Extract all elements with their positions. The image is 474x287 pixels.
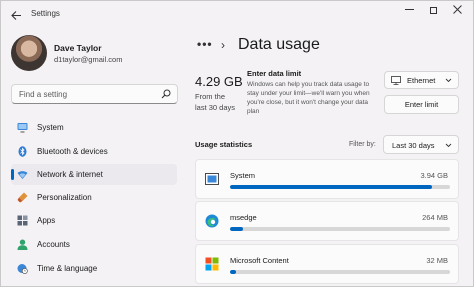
active-indicator <box>11 169 14 180</box>
sidebar-item-personalization[interactable]: Personalization <box>11 187 177 208</box>
network-select-value: Ethernet <box>407 76 436 85</box>
search-icon <box>161 89 171 99</box>
usage-bar-fill <box>230 227 244 231</box>
sidebar-item-label: Personalization <box>37 193 92 202</box>
sidebar-item-label: System <box>37 123 64 132</box>
filter-label: Filter by: <box>349 141 376 148</box>
usage-bar-fill <box>230 185 433 189</box>
usage-bar <box>230 227 450 231</box>
usage-period: From the last 30 days <box>195 91 247 113</box>
total-usage-value: 4.29 GB <box>195 74 243 89</box>
wifi-icon <box>17 171 28 179</box>
sidebar-item-label: Network & internet <box>37 170 103 179</box>
apps-icon <box>17 215 28 226</box>
brush-icon <box>17 192 28 203</box>
chevron-down-icon <box>445 78 452 83</box>
app-size: 264 MB <box>422 213 448 222</box>
data-limit-title: Enter data limit <box>247 69 302 78</box>
system-app-icon <box>205 173 219 185</box>
minimize-icon <box>404 9 414 10</box>
chevron-down-icon <box>445 143 452 148</box>
app-usage-row[interactable]: Microsoft Content 32 MB <box>195 244 459 284</box>
edge-icon <box>205 214 219 228</box>
minimize-button[interactable] <box>399 5 419 19</box>
sidebar-item-bluetooth[interactable]: Bluetooth & devices <box>11 141 177 162</box>
close-button[interactable] <box>447 5 467 19</box>
settings-window: Settings Dave Taylor d1taylor@gmail.com … <box>0 0 474 287</box>
sidebar-item-label: Time & language <box>37 264 98 273</box>
app-name: System <box>230 171 256 180</box>
usage-bar <box>230 270 450 274</box>
back-arrow-icon <box>10 11 21 20</box>
search-input[interactable]: Find a setting <box>11 84 178 104</box>
filter-select[interactable]: Last 30 days <box>383 135 459 154</box>
data-limit-description: Windows can help you track data usage to… <box>247 81 370 115</box>
sidebar-item-accounts[interactable]: Accounts <box>11 234 177 255</box>
avatar[interactable] <box>11 35 47 71</box>
person-icon <box>17 239 28 250</box>
search-placeholder: Find a setting <box>19 90 68 99</box>
close-icon <box>452 5 462 14</box>
usage-period-line1: From the <box>195 92 226 101</box>
window-title: Settings <box>31 9 60 18</box>
app-usage-row[interactable]: msedge 264 MB <box>195 201 459 241</box>
sidebar-item-label: Accounts <box>37 240 70 249</box>
usage-period-line2: last 30 days <box>195 103 236 112</box>
ethernet-icon <box>391 76 401 85</box>
globe-clock-icon <box>17 264 28 274</box>
user-name: Dave Taylor <box>54 43 102 53</box>
monitor-icon <box>17 123 28 133</box>
app-name: msedge <box>230 213 257 222</box>
sidebar-item-network[interactable]: Network & internet <box>11 164 177 185</box>
usage-bar <box>230 185 450 189</box>
sidebar-item-label: Bluetooth & devices <box>37 147 108 156</box>
page-title: Data usage <box>238 36 320 53</box>
maximize-button[interactable] <box>423 5 443 19</box>
bluetooth-icon <box>18 146 27 157</box>
back-button[interactable] <box>9 8 23 22</box>
sidebar-item-apps[interactable]: Apps <box>11 210 177 231</box>
maximize-icon <box>429 7 437 14</box>
enter-limit-label: Enter limit <box>404 100 439 109</box>
breadcrumb-separator: › <box>221 38 225 52</box>
sidebar-item-time-language[interactable]: Time & language <box>11 258 177 279</box>
sidebar-item-system[interactable]: System <box>11 117 177 138</box>
microsoft-logo-icon <box>205 257 219 271</box>
title-bar: Settings <box>1 1 473 27</box>
filter-select-value: Last 30 days <box>392 141 435 150</box>
enter-limit-button[interactable]: Enter limit <box>384 95 459 114</box>
app-size: 32 MB <box>426 256 448 265</box>
usage-bar-fill <box>230 270 236 274</box>
app-name: Microsoft Content <box>230 256 289 265</box>
breadcrumb-more-button[interactable]: ••• <box>197 37 213 51</box>
usage-statistics-label: Usage statistics <box>195 140 253 149</box>
app-size: 3.94 GB <box>420 171 448 180</box>
sidebar-item-label: Apps <box>37 216 56 225</box>
app-usage-row[interactable]: System 3.94 GB <box>195 159 459 199</box>
user-email: d1taylor@gmail.com <box>54 55 123 64</box>
network-select[interactable]: Ethernet <box>384 71 459 89</box>
